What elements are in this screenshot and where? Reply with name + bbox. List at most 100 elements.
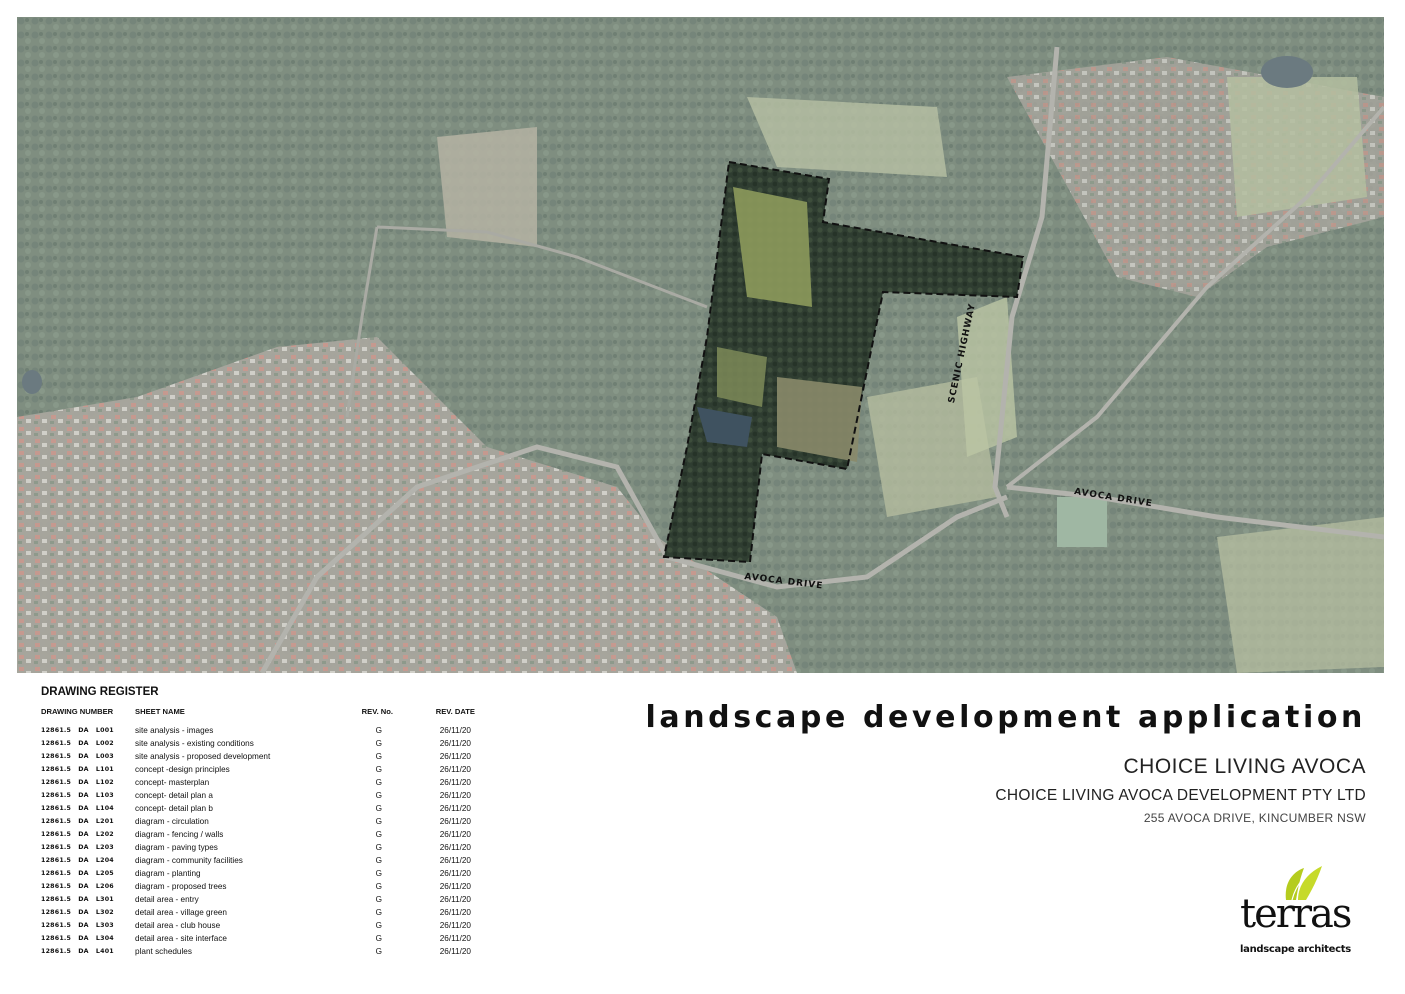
rev-date: 26/11/20 [439, 726, 471, 735]
rev-date: 26/11/20 [439, 817, 471, 826]
site-clearing [777, 377, 862, 462]
sheet-name: plant schedules [135, 947, 192, 956]
drawing-number: 12861.5 DA L003 [41, 753, 114, 760]
sheet-name: diagram - proposed trees [135, 882, 227, 891]
rev-no: G [375, 778, 383, 787]
aerial-site-map: SCENIC HIGHWAY AVOCA DRIVE AVOCA DRIVE [17, 17, 1384, 673]
rev-date: 26/11/20 [439, 934, 471, 943]
aerial-image [17, 17, 1384, 673]
field-area [1217, 517, 1384, 673]
rev-no: G [375, 739, 383, 748]
sheet-name: diagram - circulation [135, 817, 209, 826]
sheet-name: concept- detail plan a [135, 791, 213, 800]
drawing-number: 12861.5 DA L205 [41, 870, 114, 877]
drawing-title: landscape development application [645, 700, 1366, 735]
register-row: 12861.5 DA L102 concept- masterplan G 26/11… [41, 776, 501, 789]
drawing-number: 12861.5 DA L301 [41, 896, 114, 903]
rev-no: G [375, 817, 383, 826]
drawing-number: 12861.5 DA L202 [41, 831, 114, 838]
drawing-number: 12861.5 DA L206 [41, 883, 114, 890]
site-clearing [717, 347, 767, 407]
header-sheet-name: SHEET NAME [135, 706, 185, 716]
rev-date: 26/11/20 [439, 921, 471, 930]
drawing-sheet: SCENIC HIGHWAY AVOCA DRIVE AVOCA DRIVE D… [0, 0, 1405, 994]
register-row: 12861.5 DA L302 detail area - village gre… [41, 906, 501, 919]
register-row: 12861.5 DA L002 site analysis - existing … [41, 737, 501, 750]
sheet-name: site analysis - existing conditions [135, 739, 254, 748]
rev-no: G [375, 804, 383, 813]
sheet-name: diagram - fencing / walls [135, 830, 224, 839]
rev-date: 26/11/20 [439, 882, 471, 891]
register-header-row: DRAWING NUMBER SHEET NAME REV. No. REV. … [41, 706, 501, 724]
drawing-number: 12861.5 DA L102 [41, 779, 114, 786]
rev-date: 26/11/20 [439, 895, 471, 904]
rev-date: 26/11/20 [439, 947, 471, 956]
register-row: 12861.5 DA L003 site analysis - proposed … [41, 750, 501, 763]
drawing-number: 12861.5 DA L002 [41, 740, 114, 747]
rev-date: 26/11/20 [439, 908, 471, 917]
drawing-register: DRAWING REGISTER DRAWING NUMBER SHEET NA… [41, 686, 501, 958]
rev-date: 26/11/20 [439, 739, 471, 748]
sheet-name: diagram - paving types [135, 843, 218, 852]
rev-no: G [375, 934, 383, 943]
sheet-name: site analysis - proposed development [135, 752, 271, 761]
rev-no: G [375, 895, 383, 904]
drawing-register-title: DRAWING REGISTER [41, 686, 159, 698]
register-row: 12861.5 DA L301 detail area - entry G 26/11… [41, 893, 501, 906]
rev-date: 26/11/20 [439, 804, 471, 813]
project-name: CHOICE LIVING AVOCA [1123, 755, 1366, 778]
title-block: landscape development application CHOICE… [606, 700, 1366, 825]
drawing-number: 12861.5 DA L401 [41, 948, 114, 955]
field-area [747, 97, 947, 177]
terras-logo: terras landscape architects [1236, 860, 1370, 960]
drawing-number: 12861.5 DA L101 [41, 766, 114, 773]
drawing-number: 12861.5 DA L302 [41, 909, 114, 916]
rev-no: G [375, 791, 383, 800]
rev-date: 26/11/20 [439, 791, 471, 800]
sheet-name: concept- masterplan [135, 778, 210, 787]
client-name: CHOICE LIVING AVOCA DEVELOPMENT PTY LTD [995, 787, 1366, 804]
logo-tagline: landscape architects [1240, 944, 1351, 955]
register-row: 12861.5 DA L104 concept- detail plan b G 26… [41, 802, 501, 815]
register-row: 12861.5 DA L101 concept -design principle… [41, 763, 501, 776]
drawing-number: 12861.5 DA L201 [41, 818, 114, 825]
rev-date: 26/11/20 [439, 830, 471, 839]
sheet-name: detail area - village green [135, 908, 227, 917]
rev-date: 26/11/20 [439, 765, 471, 774]
register-row: 12861.5 DA L203 diagram - paving types G 26… [41, 841, 501, 854]
rev-no: G [375, 869, 383, 878]
rev-date: 26/11/20 [439, 843, 471, 852]
rev-no: G [375, 947, 383, 956]
logo-wordmark: terras [1240, 891, 1352, 937]
drawing-number: 12861.5 DA L104 [41, 805, 114, 812]
sheet-name: site analysis - images [135, 726, 214, 735]
site-address: 255 AVOCA DRIVE, KINCUMBER NSW [1143, 811, 1366, 825]
header-rev-no: REV. No. [361, 706, 394, 716]
sheet-name: diagram - planting [135, 869, 201, 878]
rev-date: 26/11/20 [439, 856, 471, 865]
rev-no: G [375, 882, 383, 891]
drawing-number: 12861.5 DA L001 [41, 727, 114, 734]
drawing-number: 12861.5 DA L303 [41, 922, 114, 929]
register-row: 12861.5 DA L001 site analysis - images G 26… [41, 724, 501, 737]
rev-no: G [375, 843, 383, 852]
dam-water [1261, 56, 1313, 88]
register-body: 12861.5 DA L001 site analysis - images G 26… [41, 724, 501, 958]
header-rev-date: REV. DATE [435, 706, 475, 716]
rev-date: 26/11/20 [439, 869, 471, 878]
dam-water [22, 370, 42, 394]
register-row: 12861.5 DA L401 plant schedules G 26/11/20 [41, 945, 501, 958]
rev-no: G [375, 765, 383, 774]
rev-no: G [375, 726, 383, 735]
register-row: 12861.5 DA L304 detail area - site interf… [41, 932, 501, 945]
register-row: 12861.5 DA L204 diagram - community facil… [41, 854, 501, 867]
rev-no: G [375, 921, 383, 930]
rev-no: G [375, 908, 383, 917]
drawing-register-table: DRAWING NUMBER SHEET NAME REV. No. REV. … [41, 706, 501, 958]
register-row: 12861.5 DA L201 diagram - circulation G 26/… [41, 815, 501, 828]
register-row: 12861.5 DA L303 detail area - club house G… [41, 919, 501, 932]
field-area [1227, 77, 1367, 217]
drawing-number: 12861.5 DA L103 [41, 792, 114, 799]
register-row: 12861.5 DA L206 diagram - proposed trees G… [41, 880, 501, 893]
rev-date: 26/11/20 [439, 778, 471, 787]
